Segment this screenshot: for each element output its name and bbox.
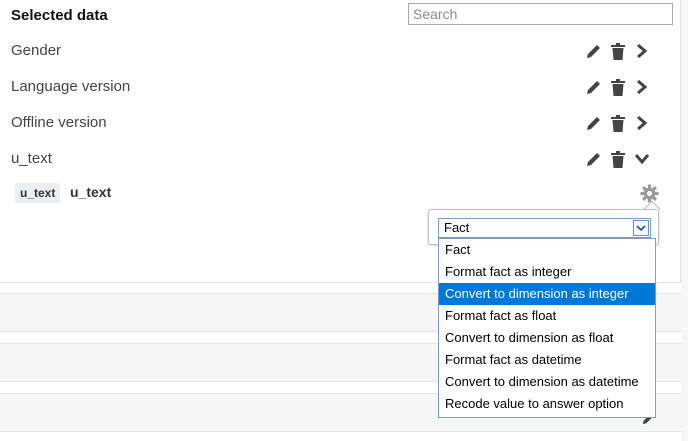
dropdown-option[interactable]: Format fact as float: [439, 305, 655, 327]
format-select-value: Fact: [444, 220, 470, 235]
chevron-right-icon[interactable]: [633, 77, 651, 97]
data-row-gender: Gender: [0, 34, 681, 70]
row-label: Language version: [11, 78, 131, 95]
trash-icon[interactable]: [609, 77, 627, 97]
chevron-down-icon[interactable]: [633, 220, 649, 236]
pencil-icon[interactable]: [585, 77, 603, 97]
data-row-language-version: Language version: [0, 70, 681, 106]
variable-tag: u_text: [15, 183, 61, 203]
row-label: u_text: [11, 150, 52, 167]
trash-icon[interactable]: [609, 149, 627, 169]
panel-title: Selected data: [11, 7, 108, 24]
dropdown-option[interactable]: Recode value to answer option: [439, 393, 655, 415]
dropdown-option[interactable]: Convert to dimension as float: [439, 327, 655, 349]
pencil-icon[interactable]: [585, 113, 603, 133]
format-dropdown-list: Fact Format fact as integer Convert to d…: [438, 238, 656, 418]
dropdown-option-highlighted[interactable]: Convert to dimension as integer: [439, 283, 655, 305]
chevron-right-icon[interactable]: [633, 113, 651, 133]
row-label: Gender: [11, 42, 62, 59]
gear-icon[interactable]: [640, 184, 659, 203]
row-label: Offline version: [11, 114, 107, 131]
dropdown-option[interactable]: Format fact as integer: [439, 261, 655, 283]
chevron-right-icon[interactable]: [633, 41, 651, 61]
data-row-u-text: u_text: [0, 142, 681, 178]
chevron-down-icon[interactable]: [633, 149, 651, 169]
data-row-offline-version: Offline version: [0, 106, 681, 142]
pencil-icon[interactable]: [585, 41, 603, 61]
search-input[interactable]: [408, 3, 673, 25]
pencil-icon[interactable]: [585, 149, 603, 169]
trash-icon[interactable]: [609, 41, 627, 61]
trash-icon[interactable]: [609, 113, 627, 133]
format-select[interactable]: Fact: [438, 218, 651, 238]
dropdown-option[interactable]: Fact: [439, 239, 655, 261]
scrollbar-track[interactable]: [681, 0, 688, 441]
variable-name: u_text: [70, 184, 112, 200]
dropdown-option[interactable]: Format fact as datetime: [439, 349, 655, 371]
dropdown-option[interactable]: Convert to dimension as datetime: [439, 371, 655, 393]
